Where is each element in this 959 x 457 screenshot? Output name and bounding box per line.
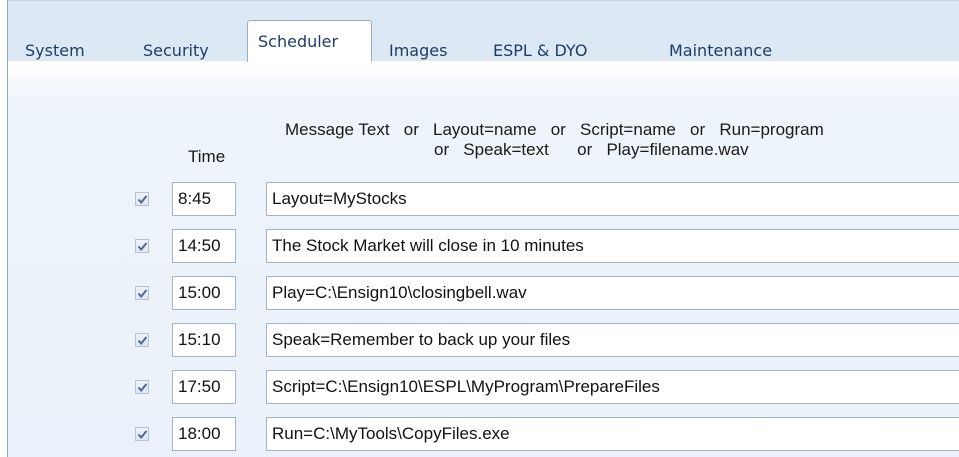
message-field[interactable]: Run=C:\MyTools\CopyFiles.exe <box>266 417 959 451</box>
enabled-checkbox[interactable] <box>135 380 149 394</box>
schedule-row: 8:45 Layout=MyStocks <box>8 182 959 218</box>
message-field[interactable]: The Stock Market will close in 10 minute… <box>266 229 959 263</box>
schedule-row: 17:50 Script=C:\Ensign10\ESPL\MyProgram\… <box>8 370 959 406</box>
message-field[interactable]: Speak=Remember to back up your files <box>266 323 959 357</box>
schedule-row: 15:10 Speak=Remember to back up your fil… <box>8 323 959 359</box>
enabled-checkbox[interactable] <box>135 427 149 441</box>
scheduler-panel: Time Message Text or Layout=name or Scri… <box>8 61 959 457</box>
time-field[interactable]: 14:50 <box>172 229 236 263</box>
tab-scheduler[interactable]: Scheduler <box>247 20 372 62</box>
enabled-checkbox[interactable] <box>135 239 149 253</box>
checkmark-icon <box>137 241 147 251</box>
time-field[interactable]: 15:00 <box>172 276 236 310</box>
time-field[interactable]: 8:45 <box>172 182 236 216</box>
checkmark-icon <box>137 429 147 439</box>
tab-maintenance[interactable]: Maintenance <box>669 41 772 61</box>
message-header-line2: or Speak=text or Play=filename.wav <box>434 140 749 159</box>
tab-strip: System Security Scheduler Images ESPL & … <box>8 0 959 62</box>
time-field[interactable]: 15:10 <box>172 323 236 357</box>
message-header-line1: Message Text or Layout=name or Script=na… <box>285 120 824 139</box>
enabled-checkbox[interactable] <box>135 192 149 206</box>
enabled-checkbox[interactable] <box>135 333 149 347</box>
message-field[interactable]: Layout=MyStocks <box>266 182 959 216</box>
tab-espl-dyo[interactable]: ESPL & DYO <box>493 41 587 61</box>
message-field[interactable]: Play=C:\Ensign10\closingbell.wav <box>266 276 959 310</box>
tab-images[interactable]: Images <box>389 41 447 61</box>
enabled-checkbox[interactable] <box>135 286 149 300</box>
message-field[interactable]: Script=C:\Ensign10\ESPL\MyProgram\Prepar… <box>266 370 959 404</box>
time-column-header: Time <box>188 147 226 166</box>
checkmark-icon <box>137 335 147 345</box>
schedule-row: 14:50 The Stock Market will close in 10 … <box>8 229 959 265</box>
tab-system[interactable]: System <box>25 41 85 61</box>
checkmark-icon <box>137 288 147 298</box>
schedule-row: 18:00 Run=C:\MyTools\CopyFiles.exe <box>8 417 959 453</box>
checkmark-icon <box>137 382 147 392</box>
checkmark-icon <box>137 194 147 204</box>
time-field[interactable]: 17:50 <box>172 370 236 404</box>
scheduler-window: System Security Scheduler Images ESPL & … <box>7 0 959 457</box>
tab-security[interactable]: Security <box>143 41 209 61</box>
time-field[interactable]: 18:00 <box>172 417 236 451</box>
schedule-row: 15:00 Play=C:\Ensign10\closingbell.wav <box>8 276 959 312</box>
